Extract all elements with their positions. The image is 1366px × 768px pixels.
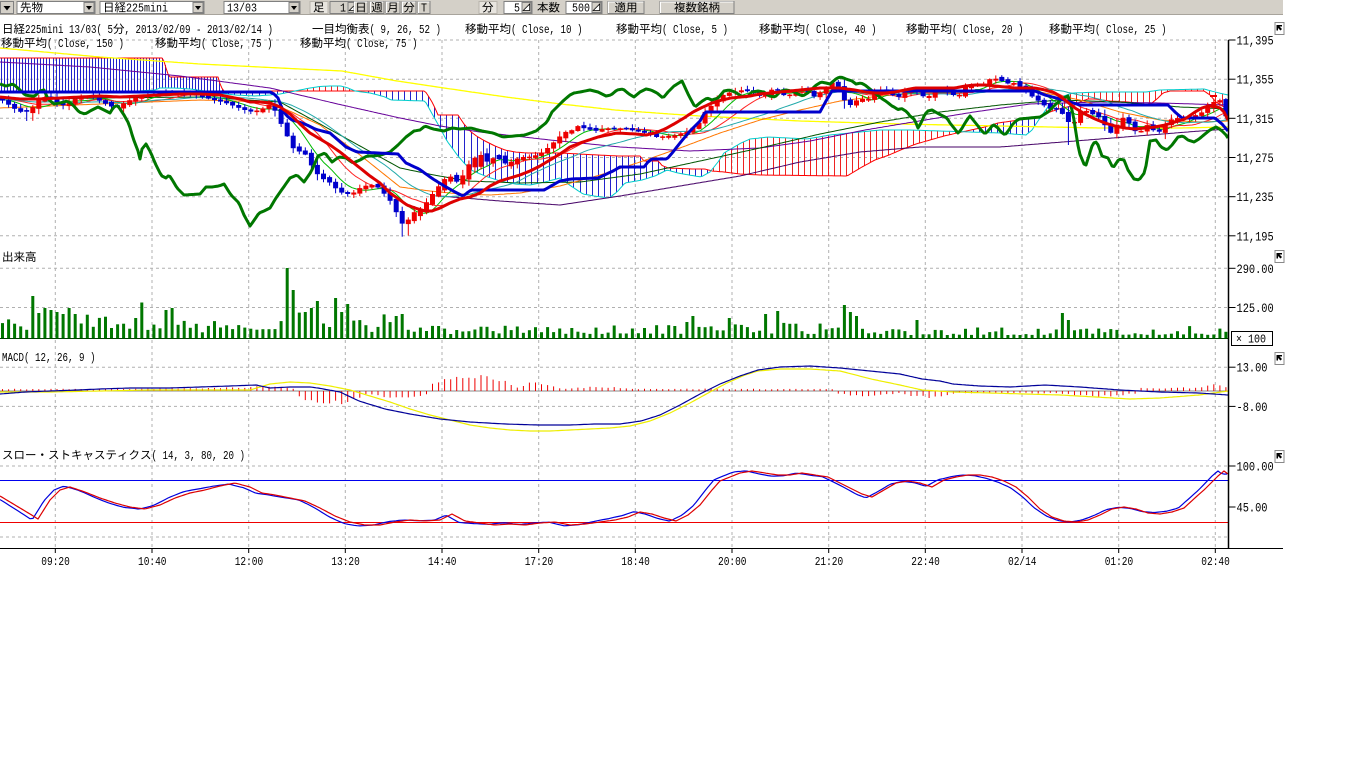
svg-text:1: 1 xyxy=(340,3,346,16)
svg-text:45.00: 45.00 xyxy=(1237,501,1268,516)
svg-text:11,315: 11,315 xyxy=(1237,112,1274,127)
svg-text:225mini 13/03( 5: 225mini 13/03( 5 xyxy=(25,24,113,37)
svg-text:125.00: 125.00 xyxy=(1237,301,1274,316)
svg-text:100.00: 100.00 xyxy=(1237,460,1274,475)
svg-text:10:40: 10:40 xyxy=(138,556,167,569)
svg-text:( Close, 10 ): ( Close, 10 ) xyxy=(511,24,583,37)
svg-text:18:40: 18:40 xyxy=(621,556,650,569)
svg-text:11,355: 11,355 xyxy=(1237,73,1274,88)
svg-text:13.00: 13.00 xyxy=(1237,361,1268,376)
svg-text:11,235: 11,235 xyxy=(1237,190,1274,205)
svg-text:( Close, 150 ): ( Close, 150 ) xyxy=(47,38,124,51)
svg-text:11,395: 11,395 xyxy=(1237,34,1274,49)
svg-text:13:20: 13:20 xyxy=(331,556,360,569)
svg-text:5: 5 xyxy=(514,3,520,16)
svg-text:11,195: 11,195 xyxy=(1237,229,1274,244)
svg-text:17:20: 17:20 xyxy=(525,556,554,569)
svg-text:( 14, 3, 80, 20 ): ( 14, 3, 80, 20 ) xyxy=(152,450,246,463)
svg-text:225mini: 225mini xyxy=(126,3,168,16)
svg-text:( Close, 40 ): ( Close, 40 ) xyxy=(805,24,877,37)
svg-text:290.00: 290.00 xyxy=(1237,262,1274,277)
svg-text:( Close, 5 ): ( Close, 5 ) xyxy=(662,24,728,37)
svg-text:MACD( 12, 26, 9 ): MACD( 12, 26, 9 ) xyxy=(2,352,96,365)
svg-text:-8.00: -8.00 xyxy=(1237,400,1268,415)
svg-text:01:20: 01:20 xyxy=(1105,556,1134,569)
svg-text:× 100: × 100 xyxy=(1236,333,1266,347)
svg-text:21:20: 21:20 xyxy=(815,556,844,569)
svg-text:13/03: 13/03 xyxy=(227,3,257,16)
svg-text:( Close, 25 ): ( Close, 25 ) xyxy=(1095,24,1167,37)
svg-text:500: 500 xyxy=(572,3,590,16)
svg-text:( Close, 75 ): ( Close, 75 ) xyxy=(346,38,418,51)
svg-text:( Close, 20 ): ( Close, 20 ) xyxy=(952,24,1024,37)
svg-text:02/14: 02/14 xyxy=(1008,556,1037,569)
svg-text:( Close, 75 ): ( Close, 75 ) xyxy=(201,38,273,51)
svg-text:22:40: 22:40 xyxy=(911,556,940,569)
svg-text:11,275: 11,275 xyxy=(1237,151,1274,166)
svg-text:14:40: 14:40 xyxy=(428,556,457,569)
svg-text:, 2013/02/09 - 2013/02/14 ): , 2013/02/09 - 2013/02/14 ) xyxy=(125,24,274,37)
svg-text:12:00: 12:00 xyxy=(235,556,264,569)
svg-text:02:40: 02:40 xyxy=(1201,556,1230,569)
svg-text:09:20: 09:20 xyxy=(41,556,70,569)
svg-text:( 9, 26, 52 ): ( 9, 26, 52 ) xyxy=(370,24,442,37)
svg-text:20:00: 20:00 xyxy=(718,556,747,569)
svg-text:T: T xyxy=(421,3,427,16)
